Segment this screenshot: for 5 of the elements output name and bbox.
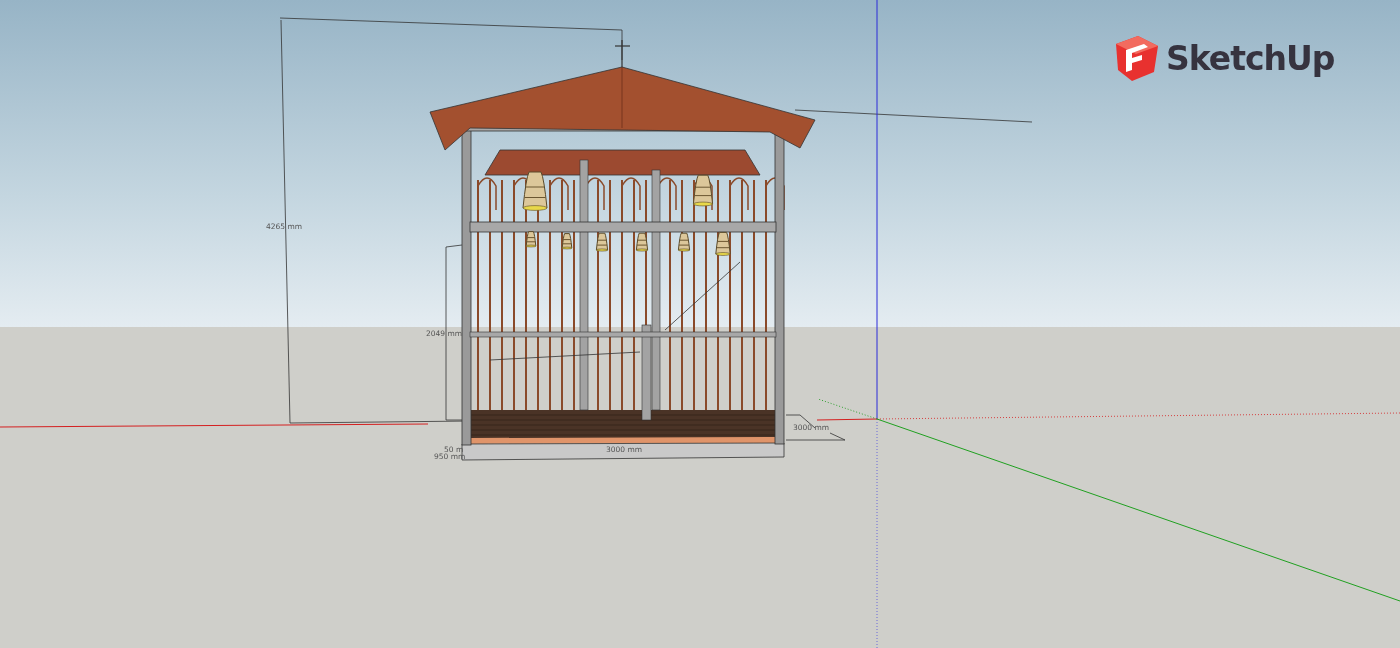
logo-icon	[1114, 34, 1160, 82]
dimension-line	[785, 414, 846, 441]
y-axis-guide	[817, 398, 878, 420]
x-axis	[816, 418, 878, 421]
logo-text: SketchUp	[1166, 38, 1335, 78]
